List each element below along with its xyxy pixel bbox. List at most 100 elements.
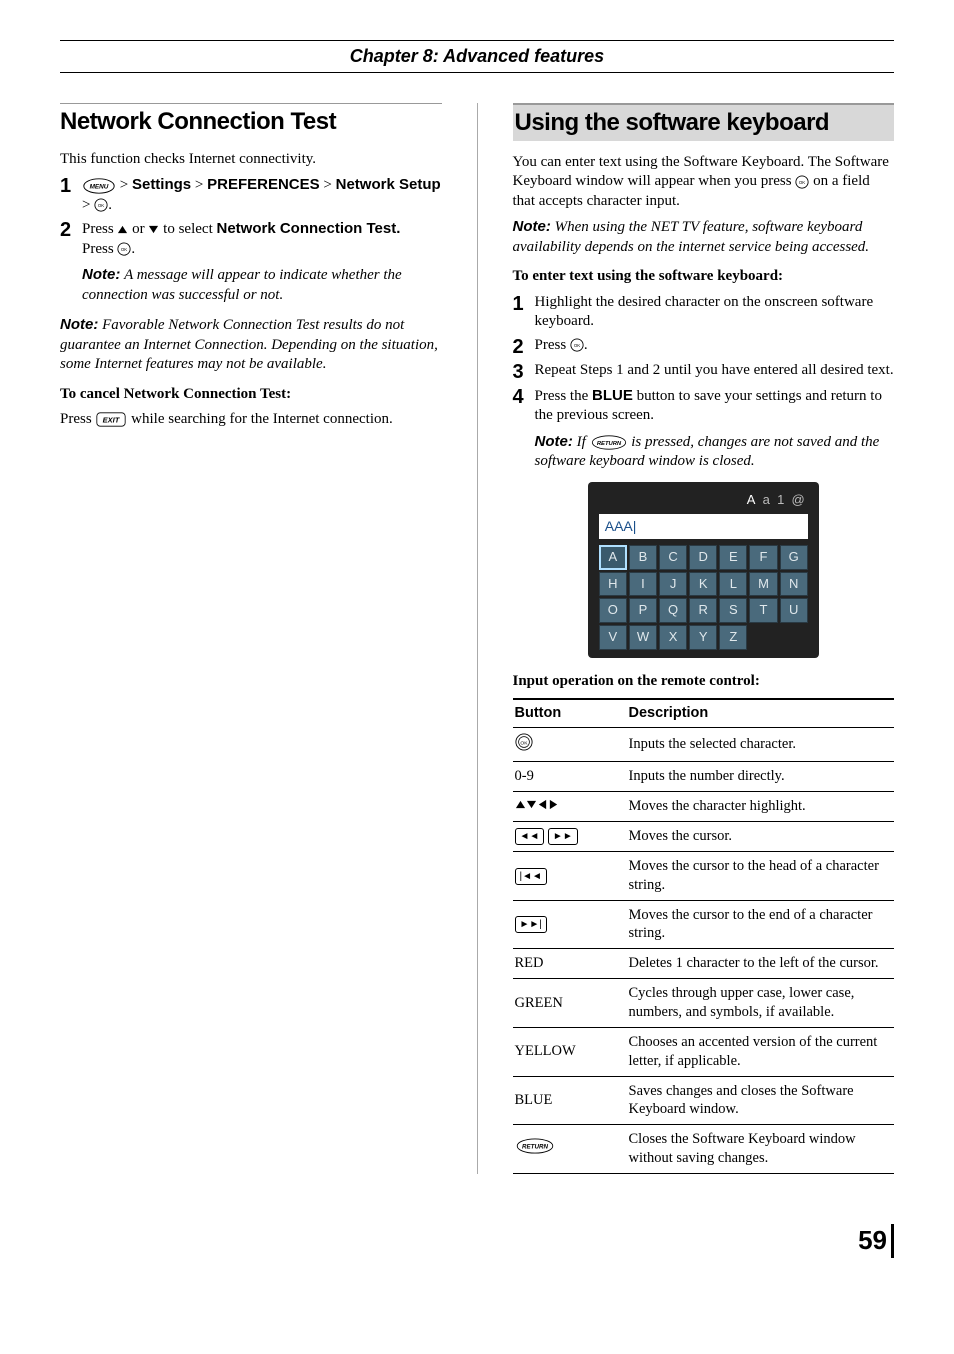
step-number: 2: [60, 219, 82, 240]
section-title-keyboard: Using the software keyboard: [513, 103, 895, 140]
or-text: or: [132, 221, 148, 237]
step-number: 4: [513, 386, 535, 407]
press-text: Press: [82, 221, 117, 237]
button-cell: [513, 727, 627, 762]
table-row: ►►|Moves the cursor to the end of a char…: [513, 900, 895, 949]
kb-mode: 1: [777, 492, 784, 507]
button-cell: 0-9: [513, 762, 627, 792]
kb-key: N: [780, 572, 808, 597]
kb-key: O: [599, 598, 627, 623]
button-cell: RED: [513, 949, 627, 979]
path-preferences: PREFERENCES: [207, 176, 320, 193]
table-row: Moves the character highlight.: [513, 792, 895, 822]
button-cell: ►►|: [513, 900, 627, 949]
button-cell: BLUE: [513, 1076, 627, 1125]
path-network-setup: Network Setup: [336, 176, 441, 193]
table-row: GREENCycles through upper case, lower ca…: [513, 979, 895, 1028]
note-text: Favorable Network Connection Test result…: [60, 317, 438, 372]
software-keyboard-graphic: A a 1 @ AAA| ABCDEFGHIJKLMNOPQRSTUVWXYZ: [588, 482, 819, 659]
step-body: Repeat Steps 1 and 2 until you have ente…: [535, 361, 895, 381]
kb-key: A: [599, 545, 627, 570]
kb-key: V: [599, 625, 627, 650]
kb-key: W: [629, 625, 657, 650]
kb-key: S: [719, 598, 747, 623]
nct-label: Network Connection Test.: [217, 220, 401, 237]
nct-step-2: 2 Press or to select Network Connection …: [60, 219, 442, 305]
kb-key: X: [659, 625, 687, 650]
enter-heading: To enter text using the software keyboar…: [513, 267, 895, 287]
table-row: Inputs the selected character.: [513, 727, 895, 762]
input-op-heading: Input operation on the remote control:: [513, 672, 895, 692]
kb-step-1: 1 Highlight the desired character on the…: [513, 293, 895, 332]
note-text-a: If: [577, 434, 590, 450]
step-number: 3: [513, 361, 535, 382]
menu-icon: [82, 178, 116, 194]
kb-key: B: [629, 545, 657, 570]
kb-key: E: [719, 545, 747, 570]
button-cell: |◄◄: [513, 851, 627, 900]
kb-step-2: 2 Press .: [513, 336, 895, 357]
column-divider: [477, 103, 478, 1174]
kb-key: R: [689, 598, 717, 623]
kb-key: F: [749, 545, 777, 570]
up-arrow-icon: [117, 224, 128, 235]
description-cell: Deletes 1 character to the left of the c…: [627, 949, 895, 979]
page-number: 59: [60, 1224, 894, 1258]
kb-step-4: 4 Press the BLUE button to save your set…: [513, 386, 895, 472]
to-select-text: to select: [163, 221, 216, 237]
th-description: Description: [627, 699, 895, 727]
description-cell: Saves changes and closes the Software Ke…: [627, 1076, 895, 1125]
kb-mode: A: [747, 492, 756, 507]
description-cell: Chooses an accented version of the curre…: [627, 1027, 895, 1076]
description-cell: Inputs the selected character.: [627, 727, 895, 762]
return-icon: [590, 435, 628, 450]
kb-input-field: AAA|: [599, 514, 808, 538]
kb-key: G: [780, 545, 808, 570]
note-label: Note:: [513, 218, 551, 235]
press-text: Press: [535, 337, 570, 353]
ok-icon: [570, 338, 584, 352]
kb-key: K: [689, 572, 717, 597]
note-label: Note:: [535, 433, 573, 450]
th-button: Button: [513, 699, 627, 727]
button-cell: YELLOW: [513, 1027, 627, 1076]
blue-label: BLUE: [592, 387, 633, 404]
nct-intro: This function checks Internet connectivi…: [60, 150, 442, 170]
table-row: BLUESaves changes and closes the Softwar…: [513, 1076, 895, 1125]
kb-key: U: [780, 598, 808, 623]
down-arrow-icon: [148, 224, 159, 235]
step-number: 1: [513, 293, 535, 314]
kb-key: I: [629, 572, 657, 597]
kb-key: M: [749, 572, 777, 597]
description-cell: Moves the character highlight.: [627, 792, 895, 822]
button-cell: GREEN: [513, 979, 627, 1028]
table-row: REDDeletes 1 character to the left of th…: [513, 949, 895, 979]
kb-step-3: 3 Repeat Steps 1 and 2 until you have en…: [513, 361, 895, 382]
ok-icon: [795, 175, 809, 189]
note-label: Note:: [60, 316, 98, 333]
table-row: 0-9Inputs the number directly.: [513, 762, 895, 792]
description-cell: Closes the Software Keyboard window with…: [627, 1125, 895, 1174]
kb-key: Z: [719, 625, 747, 650]
description-cell: Moves the cursor to the head of a charac…: [627, 851, 895, 900]
kb-key: T: [749, 598, 777, 623]
exit-icon: [95, 412, 127, 427]
step-number: 2: [513, 336, 535, 357]
kb-key: H: [599, 572, 627, 597]
note-text: When using the NET TV feature, software …: [513, 219, 870, 255]
kb-mode: a: [763, 492, 770, 507]
kb-key: L: [719, 572, 747, 597]
button-cell: [513, 1125, 627, 1174]
description-cell: Moves the cursor.: [627, 822, 895, 852]
description-cell: Inputs the number directly.: [627, 762, 895, 792]
kb-key-empty: [780, 625, 808, 650]
path-settings: Settings: [132, 176, 191, 193]
left-column: Network Connection Test This function ch…: [60, 103, 442, 1174]
step-body: Press the BLUE button to save your setti…: [535, 386, 895, 472]
press-text-2: Press: [82, 241, 117, 257]
kb-key: Y: [689, 625, 717, 650]
kb-key-empty: [749, 625, 777, 650]
kb-key: D: [689, 545, 717, 570]
note-label: Note:: [82, 266, 120, 283]
chapter-header: Chapter 8: Advanced features: [60, 40, 894, 73]
